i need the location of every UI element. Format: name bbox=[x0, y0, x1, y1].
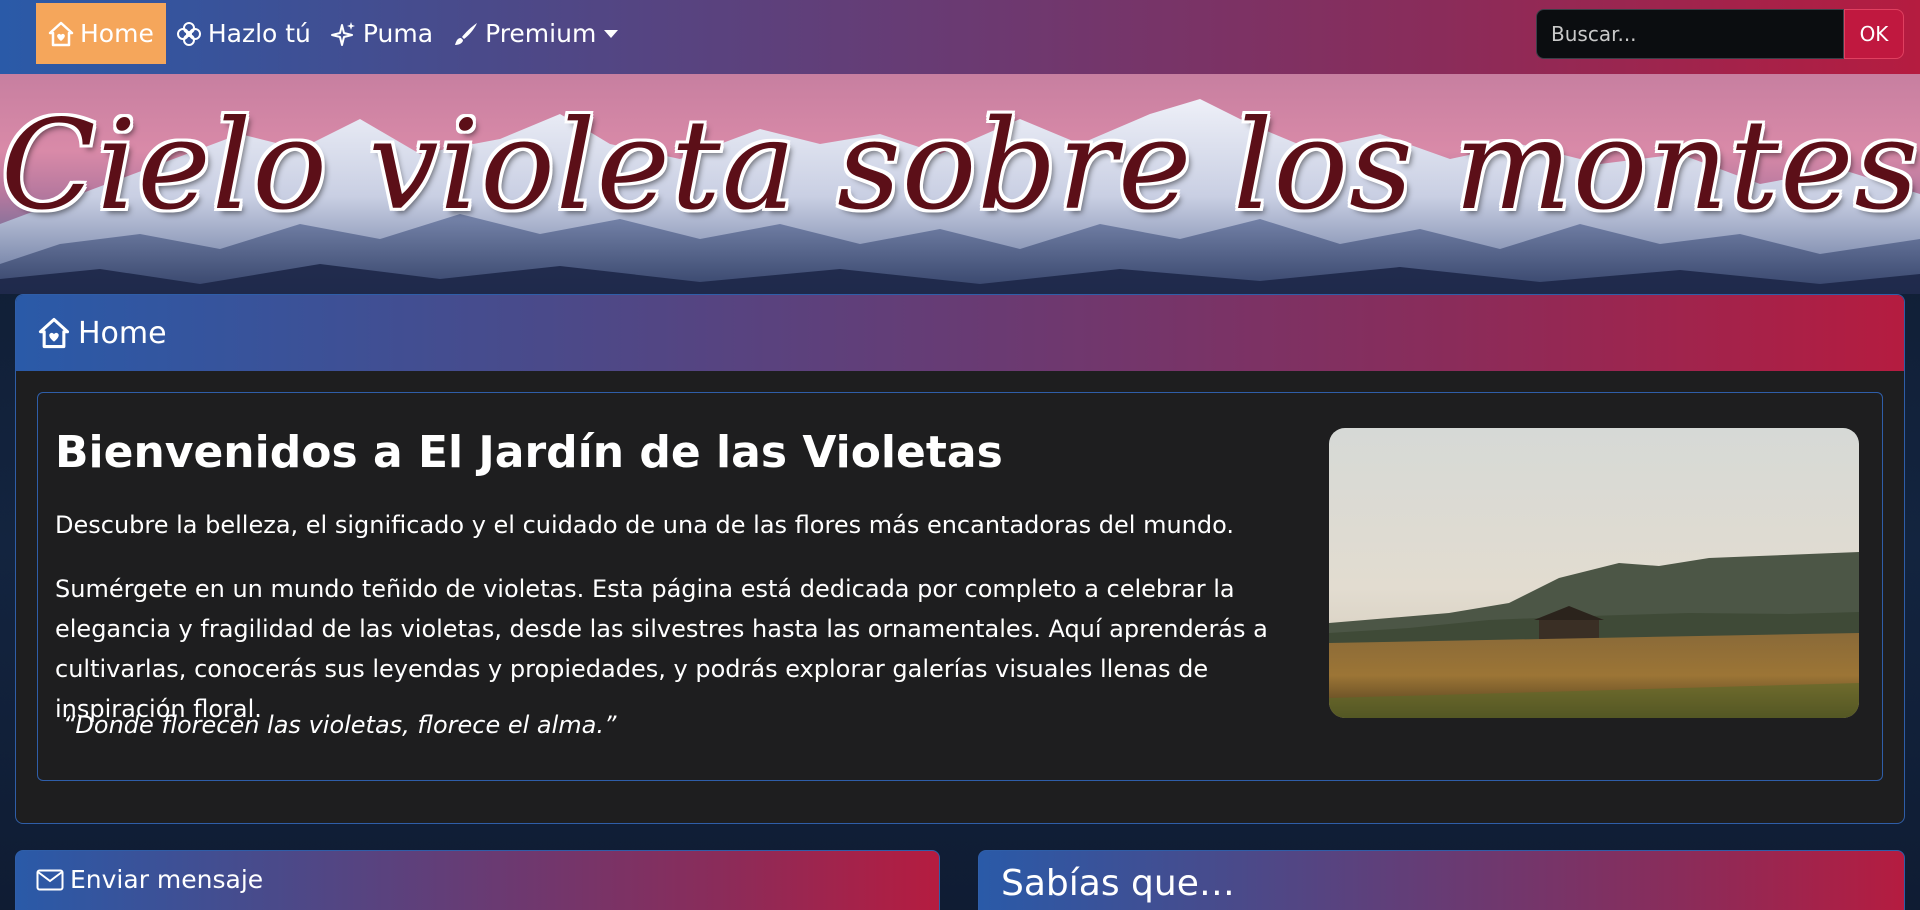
envelope-icon bbox=[36, 869, 64, 891]
card-header: Home bbox=[16, 295, 1904, 371]
send-message-header[interactable]: Enviar mensaje bbox=[36, 865, 263, 894]
landscape-photo bbox=[1329, 428, 1859, 718]
nav-item-label: Home bbox=[80, 19, 154, 48]
home-icon bbox=[48, 21, 74, 47]
brush-icon bbox=[453, 21, 479, 47]
nav-menu: Home Hazlo tú Puma Premium bbox=[36, 3, 628, 64]
did-you-know-card: Sabías que… bbox=[978, 850, 1905, 910]
welcome-section: Bienvenidos a El Jardín de las Violetas … bbox=[37, 392, 1883, 781]
nav-item-label: Premium bbox=[485, 19, 597, 48]
hero-banner: Cielo violeta sobre los montes bbox=[0, 74, 1920, 294]
home-icon bbox=[38, 317, 70, 349]
home-card: Home Bienvenidos a El Jardín de las Viol… bbox=[15, 294, 1905, 824]
banner-title: Cielo violeta sobre los montes bbox=[0, 94, 1920, 238]
quote-text: “Donde florecen las violetas, florece el… bbox=[63, 711, 617, 739]
card-header-title: Home bbox=[78, 315, 167, 351]
flower-icon bbox=[176, 21, 202, 47]
search-button[interactable]: OK bbox=[1844, 9, 1904, 59]
send-message-label: Enviar mensaje bbox=[70, 865, 264, 894]
sparkles-icon bbox=[330, 21, 357, 47]
search-input[interactable] bbox=[1536, 9, 1844, 59]
search-form: OK bbox=[1536, 9, 1904, 59]
nav-item-label: Puma bbox=[362, 19, 434, 48]
top-navbar: Home Hazlo tú Puma Premium OK bbox=[0, 0, 1920, 74]
welcome-heading: Bienvenidos a El Jardín de las Violetas bbox=[55, 427, 1003, 478]
nav-item-hazlo-tu[interactable]: Hazlo tú bbox=[166, 3, 321, 64]
chevron-down-icon bbox=[604, 29, 619, 38]
nav-item-premium[interactable]: Premium bbox=[443, 3, 628, 64]
nav-item-home[interactable]: Home bbox=[36, 3, 166, 64]
send-message-card: Enviar mensaje bbox=[15, 850, 940, 910]
lead-text: Descubre la belleza, el significado y el… bbox=[55, 511, 1234, 539]
nav-item-puma[interactable]: Puma bbox=[321, 3, 443, 64]
nav-item-label: Hazlo tú bbox=[207, 19, 311, 48]
body-text: Sumérgete en un mundo teñido de violetas… bbox=[55, 575, 1268, 723]
did-you-know-title: Sabías que… bbox=[1001, 863, 1235, 904]
